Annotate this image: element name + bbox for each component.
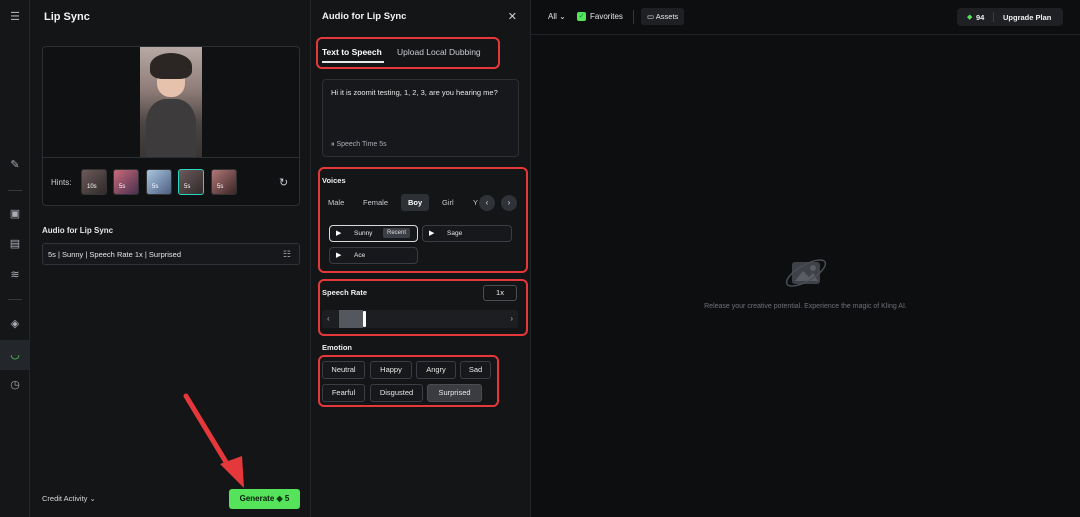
refresh-icon[interactable]: ↻: [279, 176, 288, 189]
rail-divider: [8, 299, 22, 300]
favorites-label[interactable]: Favorites: [590, 12, 623, 21]
rail-divider: [8, 190, 22, 191]
emotion-angry[interactable]: Angry: [416, 361, 456, 379]
upgrade-plan-button[interactable]: Upgrade Plan: [1003, 13, 1051, 22]
assets-button[interactable]: ▭ Assets: [641, 8, 685, 25]
empty-state-text: Release your creative potential. Experie…: [704, 303, 907, 310]
credit-activity-dropdown[interactable]: Credit Activity ⌄: [42, 494, 96, 503]
empty-state-planet-icon: [785, 259, 827, 287]
hint-thumb[interactable]: 5s: [113, 169, 139, 195]
slider-handle[interactable]: [363, 311, 366, 327]
play-icon[interactable]: ▶: [336, 251, 341, 259]
video-preview[interactable]: Hints: 10s 5s 5s 5s 5s ↻: [42, 46, 300, 206]
active-tab-indicator: [322, 61, 384, 63]
voice-option-sage[interactable]: ▶ Sage: [422, 225, 512, 242]
speech-rate-label: Speech Rate: [322, 288, 368, 297]
emotion-happy[interactable]: Happy: [370, 361, 412, 379]
audio-panel-title: Audio for Lip Sync: [322, 11, 407, 22]
video-icon[interactable]: ▤: [8, 237, 22, 251]
folder-icon: ▭: [647, 12, 655, 21]
topbar-divider: [531, 34, 1080, 35]
chevron-left-icon[interactable]: ‹: [479, 195, 495, 211]
menu-icon[interactable]: ☰: [8, 10, 22, 24]
voice-tab-female[interactable]: Female: [363, 198, 388, 207]
hint-thumb[interactable]: 5s: [146, 169, 172, 195]
character-portrait: [140, 47, 202, 157]
audio-wave-icon[interactable]: ≋: [8, 268, 22, 282]
speech-text-input[interactable]: Hi it is zoomit testing, 1, 2, 3, are yo…: [322, 79, 519, 157]
hint-thumb-selected[interactable]: 5s: [178, 169, 204, 195]
lip-sync-icon[interactable]: ◡: [8, 348, 22, 362]
audio-section-label: Audio for Lip Sync: [42, 226, 114, 235]
tab-text-to-speech[interactable]: Text to Speech: [322, 47, 382, 57]
generate-button[interactable]: Generate ◆ 5: [229, 489, 300, 509]
history-icon[interactable]: ◷: [8, 378, 22, 392]
voice-tab-more[interactable]: Y: [473, 198, 478, 207]
voice-tab-girl[interactable]: Girl: [442, 198, 454, 207]
settings-sliders-icon[interactable]: ☷: [283, 249, 291, 260]
play-icon[interactable]: ▶: [429, 229, 434, 237]
credit-gem-icon: ◆: [276, 494, 283, 503]
voice-tab-male[interactable]: Male: [328, 198, 344, 207]
emotion-disgusted[interactable]: Disgusted: [370, 384, 423, 402]
image-edit-icon[interactable]: ✎: [8, 158, 22, 172]
chevron-right-icon[interactable]: ›: [501, 195, 517, 211]
icon-rail: ☰ ✎ ▣ ▤ ≋ ◈ ◡ ◷: [0, 0, 30, 517]
voice-tab-boy[interactable]: Boy: [401, 194, 430, 211]
voices-label: Voices: [322, 176, 346, 185]
emotion-fearful[interactable]: Fearful: [322, 384, 365, 402]
favorites-checkbox[interactable]: ✓: [577, 12, 586, 21]
speech-rate-slider[interactable]: ‹ ›: [322, 310, 518, 328]
emotion-surprised[interactable]: Surprised: [427, 384, 482, 402]
cube-icon[interactable]: ◈: [8, 317, 22, 331]
emotion-neutral[interactable]: Neutral: [322, 361, 365, 379]
speech-text-value: Hi it is zoomit testing, 1, 2, 3, are yo…: [331, 88, 498, 97]
emotion-label: Emotion: [322, 343, 352, 352]
speech-rate-value[interactable]: 1x: [483, 285, 517, 301]
tab-upload-local-dubbing[interactable]: Upload Local Dubbing: [397, 47, 481, 57]
lip-sync-panel: Lip Sync Hints: 10s 5s 5s 5s 5s ↻ Audio …: [30, 0, 311, 517]
chevron-right-icon[interactable]: ›: [510, 314, 513, 323]
hints-label: Hints:: [51, 178, 72, 187]
preview-divider: [43, 157, 299, 158]
voice-option-ace[interactable]: ▶ Ace: [329, 247, 418, 264]
hint-thumb[interactable]: 10s: [81, 169, 107, 195]
slider-fill: [339, 310, 363, 328]
audio-summary-text: 5s | Sunny | Speech Rate 1x | Surprised: [48, 250, 182, 259]
chevron-left-icon[interactable]: ‹: [327, 314, 330, 323]
speech-time: ⏸ Speech Time 5s: [331, 141, 387, 148]
results-area: All ⌄ ✓ Favorites ▭ Assets ◆ 94 Upgrade …: [531, 0, 1080, 517]
play-icon[interactable]: ▶: [336, 229, 341, 237]
emotion-sad[interactable]: Sad: [460, 361, 491, 379]
credit-gem-icon: ◆: [967, 14, 973, 21]
recent-badge: Recent: [383, 228, 411, 238]
image-icon[interactable]: ▣: [8, 207, 22, 221]
credit-count: 94: [976, 13, 985, 22]
audio-summary-field[interactable]: 5s | Sunny | Speech Rate 1x | Surprised …: [42, 243, 300, 265]
voice-option-sunny[interactable]: ▶ Sunny Recent: [329, 225, 418, 242]
toolbar-divider: [633, 10, 634, 24]
credits-upgrade-bar[interactable]: ◆ 94 Upgrade Plan: [957, 8, 1063, 26]
close-icon[interactable]: ✕: [508, 10, 517, 23]
hint-thumb[interactable]: 5s: [211, 169, 237, 195]
filter-all-dropdown[interactable]: All ⌄: [548, 12, 566, 21]
audio-panel: Audio for Lip Sync ✕ Text to Speech Uplo…: [311, 0, 531, 517]
page-title: Lip Sync: [44, 11, 90, 23]
